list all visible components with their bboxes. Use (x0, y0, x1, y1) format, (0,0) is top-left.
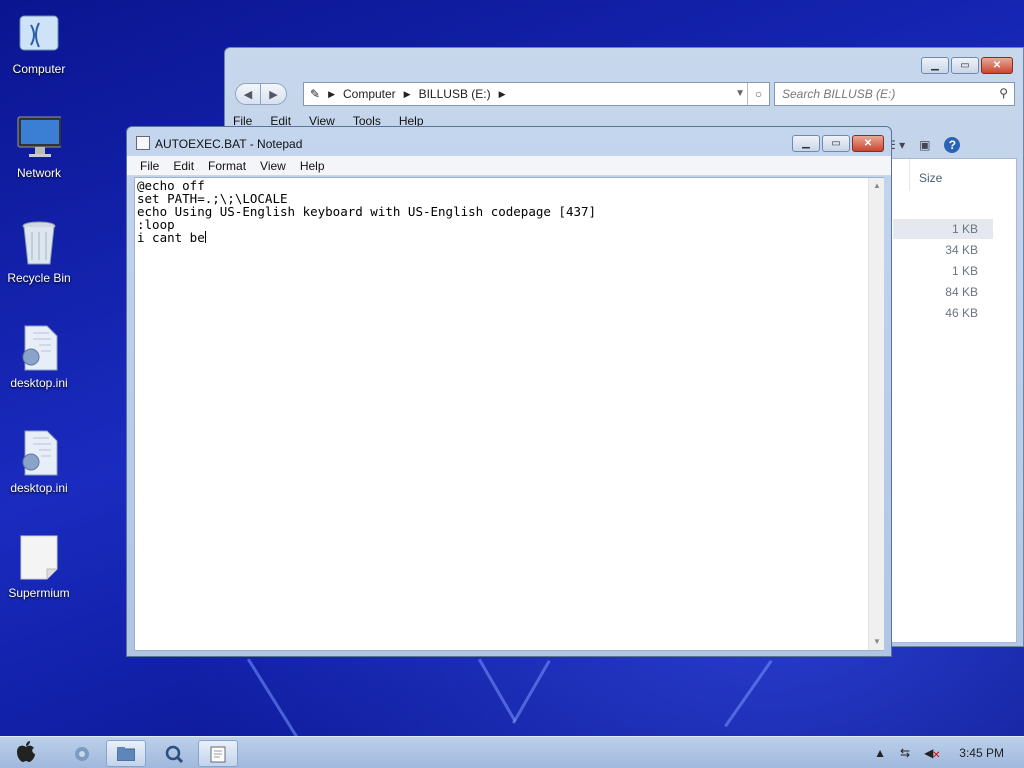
close-button[interactable]: ✕ (852, 135, 884, 152)
chrome-icon[interactable] (62, 740, 102, 767)
breadcrumb-chevron-icon: ▶ (498, 88, 506, 99)
desktop-icon-desktop-ini[interactable]: desktop.ini (0, 429, 78, 495)
minimize-button[interactable]: ▁ (792, 135, 820, 152)
search-icon[interactable]: ⚲ (999, 86, 1008, 100)
network-monitor-icon (17, 114, 61, 162)
search-icon[interactable] (154, 740, 194, 767)
file-size-cell: 1 KB (951, 264, 978, 278)
address-dropdown-icon[interactable]: ▼ (735, 88, 745, 99)
notepad-window-controls: ▁ ▭ ✕ (792, 135, 884, 152)
breadcrumb-computer[interactable]: Computer (343, 87, 396, 101)
maximize-button[interactable]: ▭ (822, 135, 850, 152)
desktop-icon-computer[interactable]: Computer (0, 10, 78, 76)
text-line: echo Using US-English keyboard with US-E… (137, 204, 597, 219)
nav-arrows: ◀ ▶ (235, 83, 287, 105)
notepad-icon (136, 136, 150, 150)
volume-muted-icon[interactable]: ◀ ✕ (924, 746, 940, 761)
text-line-with-caret: i cant be (137, 231, 881, 244)
file-size-cell: 1 KB (951, 222, 978, 236)
window-title: AUTOEXEC.BAT - Notepad (155, 137, 303, 151)
settings-file-icon (17, 324, 61, 372)
clock[interactable]: 3:45 PM (959, 746, 1004, 760)
breadcrumb-chevron-icon: ▶ (403, 88, 411, 99)
back-button[interactable]: ◀ (235, 83, 261, 105)
menu-file[interactable]: File (140, 159, 159, 173)
address-bar[interactable]: ✎ ▶ Computer ▶ BILLUSB (E:) ▶ ▼ ○ (303, 82, 770, 106)
breadcrumb-chevron-icon: ▶ (328, 88, 335, 99)
desktop-icon-recycle-bin[interactable]: Recycle Bin (0, 219, 78, 285)
desktop-icon-label: desktop.ini (10, 481, 68, 495)
desktop-icon-label: desktop.ini (10, 376, 68, 390)
desktop-icon-label: Computer (12, 62, 66, 76)
scroll-up-icon[interactable]: ▲ (869, 178, 885, 194)
explorer-window-controls: ▁ ▭ ✕ (921, 57, 1013, 74)
close-button[interactable]: ✕ (981, 57, 1013, 74)
maximize-button[interactable]: ▭ (951, 57, 979, 74)
desktop-icon-supermium[interactable]: Supermium (0, 534, 78, 600)
text-line: :loop (137, 217, 175, 232)
refresh-icon[interactable]: ○ (747, 83, 769, 105)
column-header-size[interactable]: Size (919, 171, 942, 185)
minimize-button[interactable]: ▁ (921, 57, 949, 74)
text-editor-area[interactable]: @echo off set PATH=.;\;\LOCALE echo Using … (134, 177, 884, 651)
menu-edit[interactable]: Edit (173, 159, 194, 173)
system-tray: ▲ ⇆ ◀ ✕ 3:45 PM (874, 737, 1004, 768)
selected-row-highlight (893, 219, 993, 239)
help-icon[interactable]: ? (944, 137, 961, 153)
preview-pane-icon[interactable]: ▣ (919, 138, 930, 152)
blank-file-icon (17, 534, 61, 582)
menu-help[interactable]: Help (300, 159, 325, 173)
recycle-bin-icon (17, 219, 61, 267)
search-input[interactable]: Search BILLUSB (E:) ⚲ (774, 82, 1015, 106)
file-size-cell: 84 KB (945, 285, 978, 299)
desktop-icon-desktop-ini[interactable]: desktop.ini (0, 324, 78, 390)
desktop-icon-label: Supermium (8, 586, 70, 600)
notepad-menu-bar: File Edit Format View Help (127, 156, 891, 176)
wallpaper-line (724, 660, 773, 728)
menu-format[interactable]: Format (208, 159, 246, 173)
file-size-cell: 34 KB (945, 243, 978, 257)
desktop-icon-network[interactable]: Network (0, 114, 78, 180)
desktop-icon-label: Recycle Bin (7, 271, 71, 285)
taskbar: ▲ ⇆ ◀ ✕ 3:45 PM (0, 736, 1024, 768)
explorer-folder-icon[interactable] (106, 740, 146, 767)
text-caret (204, 231, 206, 243)
search-placeholder: Search BILLUSB (E:) (782, 87, 896, 101)
explorer-toolbar: ☷ ▾ ▣ ? (885, 137, 961, 153)
show-hidden-icons-icon[interactable]: ▲ (874, 746, 886, 760)
notepad-window[interactable]: AUTOEXEC.BAT - Notepad ▁ ▭ ✕ File Edit F… (126, 126, 892, 657)
vertical-scrollbar[interactable]: ▲ ▼ (868, 178, 884, 650)
desktop-icon-label: Network (16, 166, 61, 180)
settings-file-icon (17, 429, 61, 477)
scroll-down-icon[interactable]: ▼ (869, 634, 885, 650)
notepad-icon[interactable] (198, 740, 238, 767)
wallpaper-line (512, 660, 551, 724)
apple-start-icon[interactable] (16, 741, 36, 768)
computer-icon (17, 10, 61, 58)
breadcrumb-drive[interactable]: BILLUSB (E:) (419, 87, 491, 101)
column-divider (909, 159, 910, 191)
wallpaper-line (478, 658, 517, 723)
file-size-cell: 46 KB (945, 306, 978, 320)
menu-view[interactable]: View (260, 159, 286, 173)
text-line: i cant be (137, 230, 205, 245)
forward-button[interactable]: ▶ (261, 83, 287, 105)
network-status-icon[interactable]: ⇆ (900, 746, 910, 760)
address-pencil-icon: ✎ (310, 87, 321, 101)
wallpaper-line (247, 658, 300, 741)
